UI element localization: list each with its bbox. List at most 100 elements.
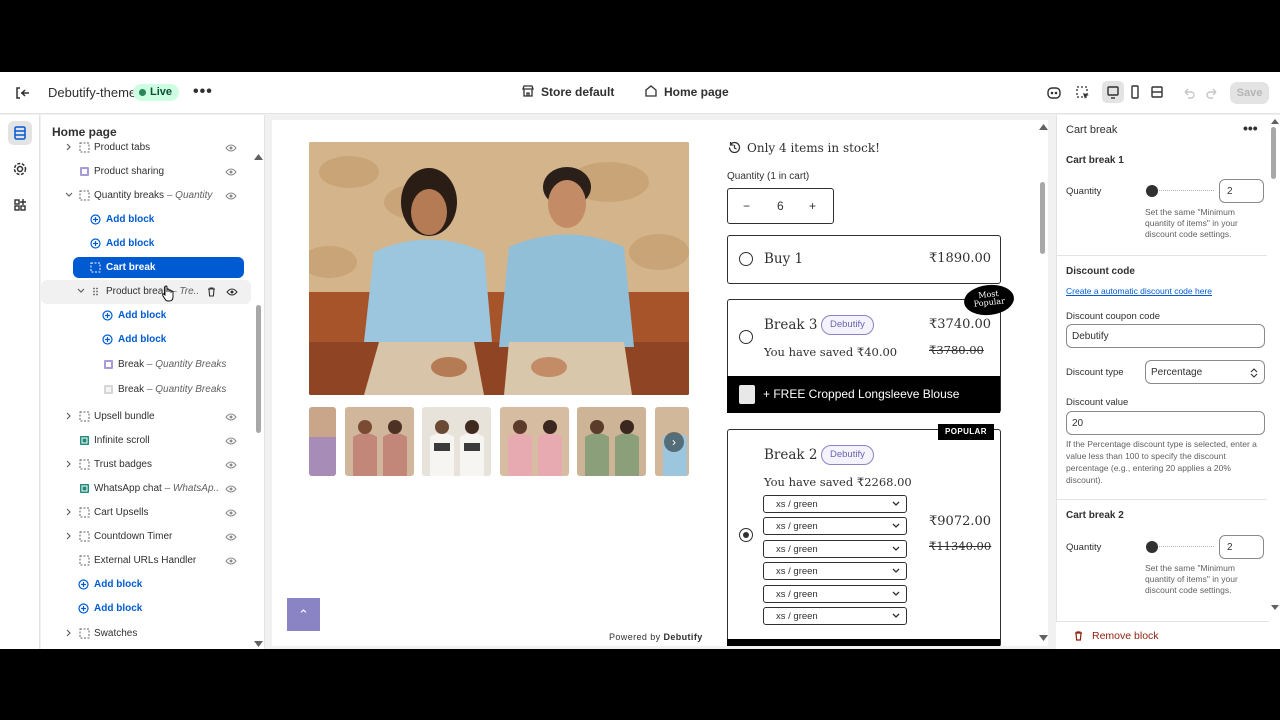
- quantity-value[interactable]: 6: [777, 199, 784, 213]
- quantity-plus-button[interactable]: +: [809, 199, 816, 213]
- tree-item-countdown-timer[interactable]: Countdown Timer: [41, 525, 251, 549]
- add-block-button[interactable]: Add block: [41, 573, 251, 597]
- offer-buy-1[interactable]: Buy 1 ₹1890.00: [727, 235, 1001, 284]
- tree-item-swatches[interactable]: Swatches: [41, 622, 251, 646]
- tree-item-infinite-scroll[interactable]: Infinite scroll: [41, 429, 251, 453]
- chevron-right-icon[interactable]: [65, 143, 73, 151]
- app-embeds-tab[interactable]: [8, 193, 32, 217]
- preview-scroll-up-icon[interactable]: [1039, 123, 1048, 130]
- coupon-code-input[interactable]: Debutify: [1066, 324, 1265, 348]
- full-width-view-button[interactable]: [1146, 81, 1168, 103]
- quantity-slider[interactable]: [1146, 185, 1214, 197]
- eye-icon[interactable]: [225, 460, 237, 470]
- quantity-input[interactable]: 2: [1219, 179, 1264, 203]
- offer-radio-selected[interactable]: [739, 528, 753, 542]
- variant-select[interactable]: xs / green: [763, 562, 907, 580]
- exit-icon[interactable]: [12, 83, 32, 103]
- discount-type-select[interactable]: Percentage: [1145, 360, 1265, 384]
- tree-item-quantity-breaks[interactable]: Quantity breaks – Quantity: [41, 184, 251, 208]
- theme-settings-tab[interactable]: [8, 157, 32, 181]
- slider-knob[interactable]: [1146, 185, 1158, 197]
- add-block-button[interactable]: Add block: [41, 597, 251, 621]
- preview-scroll-down-icon[interactable]: [1039, 635, 1048, 642]
- mobile-view-button[interactable]: [1124, 81, 1146, 103]
- sections-tab[interactable]: [8, 121, 32, 145]
- quantity-minus-button[interactable]: −: [743, 199, 750, 213]
- eye-icon[interactable]: [225, 556, 237, 566]
- tree-item-cart-break[interactable]: Cart break: [73, 257, 244, 278]
- eye-icon[interactable]: [225, 167, 237, 177]
- quantity-input[interactable]: 2: [1219, 535, 1264, 559]
- next-thumbnail-button[interactable]: ›: [664, 432, 684, 452]
- tree-item-break[interactable]: Break – Quantity Breaks: [41, 353, 251, 377]
- eye-icon[interactable]: [225, 532, 237, 542]
- inspector-icon[interactable]: [1074, 84, 1092, 102]
- offer-radio[interactable]: [739, 252, 753, 266]
- quantity-slider[interactable]: [1146, 541, 1214, 553]
- page-selector[interactable]: Home page: [645, 85, 729, 99]
- back-to-top-button[interactable]: ⌃: [287, 598, 320, 631]
- tree-item-product-tabs[interactable]: Product tabs: [41, 139, 251, 160]
- theme-actions-button[interactable]: •••: [193, 83, 213, 101]
- product-thumbnail[interactable]: [422, 407, 491, 476]
- panel-more-button[interactable]: •••: [1243, 120, 1258, 136]
- chevron-down-icon[interactable]: [77, 287, 85, 295]
- quantity-stepper[interactable]: − 6 +: [727, 188, 834, 224]
- eye-icon[interactable]: [225, 143, 237, 153]
- undo-icon[interactable]: [1180, 84, 1198, 102]
- chevron-right-icon[interactable]: [65, 412, 73, 420]
- tree-item-product-break[interactable]: Product break – Tre...: [41, 280, 251, 304]
- remove-block-button[interactable]: Remove block: [1056, 621, 1269, 649]
- panel-scroll-down-icon[interactable]: [1271, 605, 1279, 611]
- powered-by-brand[interactable]: Debutify: [663, 632, 702, 642]
- eye-icon[interactable]: [225, 191, 237, 201]
- sidebar-scrollbar[interactable]: [256, 305, 261, 433]
- save-button[interactable]: Save: [1230, 82, 1269, 104]
- tree-item-upsell-bundle[interactable]: Upsell bundle: [41, 405, 251, 429]
- variant-select[interactable]: xs / green: [763, 607, 907, 625]
- discount-value-input[interactable]: 20: [1066, 411, 1265, 435]
- product-main-image[interactable]: [309, 142, 689, 395]
- product-thumbnail[interactable]: [577, 407, 646, 476]
- panel-scrollbar[interactable]: [1271, 127, 1276, 179]
- variant-select[interactable]: xs / green: [763, 540, 907, 558]
- theme-settings-icon[interactable]: [1045, 84, 1063, 102]
- preview-scrollbar[interactable]: [1040, 182, 1045, 254]
- slider-knob[interactable]: [1146, 541, 1158, 553]
- add-block-button[interactable]: Add block: [41, 328, 251, 352]
- product-thumbnail[interactable]: [309, 407, 336, 476]
- desktop-view-button[interactable]: [1102, 81, 1124, 103]
- offer-radio[interactable]: [739, 330, 753, 344]
- chevron-right-icon[interactable]: [65, 508, 73, 516]
- tree-item-whatsapp-chat[interactable]: WhatsApp chat – WhatsAp...: [41, 477, 251, 501]
- tree-item-external-urls-handler[interactable]: External URLs Handler: [41, 549, 251, 573]
- product-thumbnail[interactable]: [500, 407, 569, 476]
- add-block-button[interactable]: Add block: [41, 232, 251, 256]
- variant-select[interactable]: xs / green: [763, 585, 907, 603]
- tree-item-break[interactable]: Break – Quantity Breaks: [41, 378, 251, 402]
- chevron-down-icon[interactable]: [65, 191, 73, 199]
- eye-icon[interactable]: [225, 436, 237, 446]
- create-discount-link[interactable]: Create a automatic discount code here: [1066, 286, 1212, 296]
- store-selector[interactable]: Store default: [522, 85, 614, 99]
- scroll-down-arrow-icon[interactable]: [254, 641, 263, 648]
- chevron-right-icon[interactable]: [65, 460, 73, 468]
- variant-select[interactable]: xs / green: [763, 495, 907, 513]
- tree-item-product-sharing[interactable]: Product sharing: [41, 160, 251, 184]
- add-block-button[interactable]: Add block: [41, 304, 251, 328]
- scroll-up-arrow-icon[interactable]: [254, 153, 263, 160]
- add-block-button[interactable]: Add block: [41, 208, 251, 232]
- eye-icon[interactable]: [225, 508, 237, 518]
- eye-icon[interactable]: [225, 412, 237, 422]
- trash-icon[interactable]: [206, 286, 217, 297]
- chevron-right-icon[interactable]: [65, 629, 73, 637]
- product-thumbnail[interactable]: [345, 407, 414, 476]
- drag-handle-icon[interactable]: [90, 286, 101, 297]
- add-to-cart-bar[interactable]: [727, 639, 1000, 646]
- chevron-right-icon[interactable]: [65, 532, 73, 540]
- redo-icon[interactable]: [1203, 84, 1221, 102]
- eye-icon[interactable]: [226, 287, 238, 297]
- tree-item-trust-badges[interactable]: Trust badges: [41, 453, 251, 477]
- eye-icon[interactable]: [225, 484, 237, 494]
- panel-scroll-up-icon[interactable]: [1271, 118, 1279, 124]
